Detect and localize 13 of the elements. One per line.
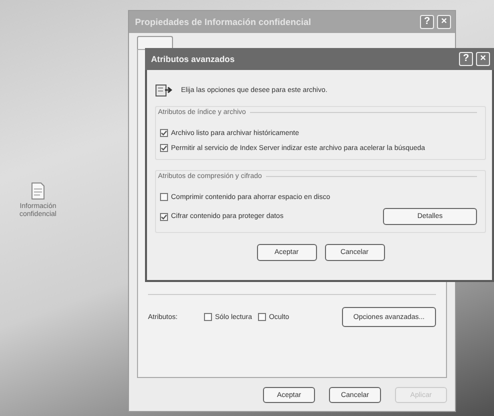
checkbox[interactable]	[160, 212, 168, 220]
checkbox[interactable]	[160, 193, 168, 201]
checkbox[interactable]	[160, 144, 168, 152]
window-title: Propiedades de Información confidencial	[135, 17, 312, 27]
tab[interactable]	[137, 36, 173, 49]
document-icon[interactable]	[31, 182, 45, 200]
folder-arrow-icon	[155, 83, 173, 97]
dialog-title: Atributos avanzados	[151, 54, 236, 64]
checkbox[interactable]	[258, 313, 266, 321]
help-button[interactable]: ?	[459, 52, 473, 66]
checkbox[interactable]	[160, 129, 168, 137]
checkbox[interactable]	[204, 313, 212, 321]
close-button[interactable]: ×	[476, 52, 490, 66]
